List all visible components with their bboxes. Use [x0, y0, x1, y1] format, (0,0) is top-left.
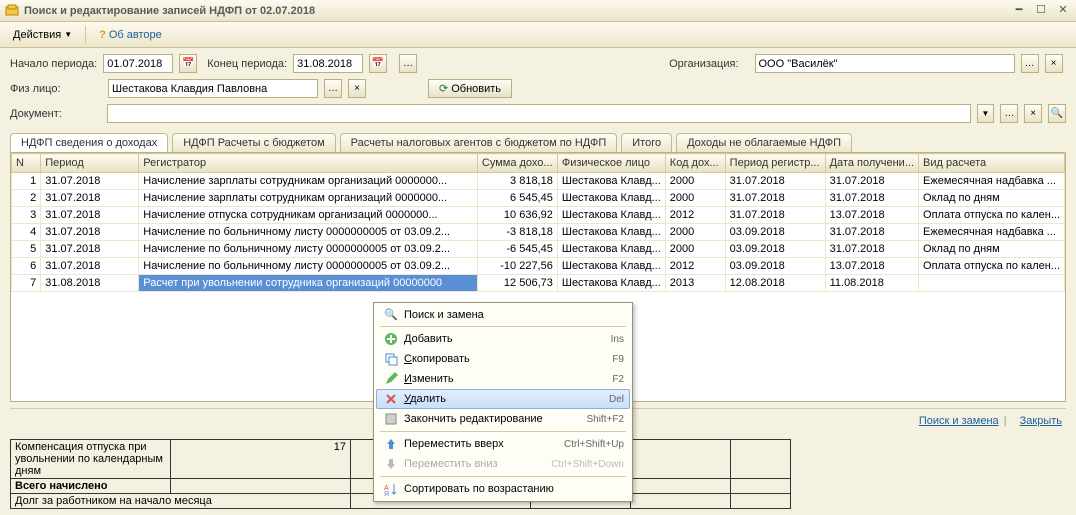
- svg-text:Я: Я: [384, 491, 389, 496]
- help-icon: ?: [99, 29, 106, 41]
- menu-separator: [380, 476, 626, 477]
- tab-tax-agents[interactable]: Расчеты налоговых агентов с бюджетом по …: [340, 133, 618, 152]
- tab-income-info[interactable]: НДФП сведения о доходах: [10, 133, 168, 152]
- period-start-label: Начало периода:: [10, 58, 97, 70]
- tab-budget-calc[interactable]: НДФП Расчеты с бюджетом: [172, 133, 335, 152]
- titlebar: Поиск и редактирование записей НДФП от 0…: [0, 0, 1076, 22]
- period-end-input[interactable]: [293, 54, 363, 73]
- edit-icon: [382, 372, 400, 386]
- col-dpol[interactable]: Дата получени...: [825, 154, 918, 173]
- search-replace-link[interactable]: Поиск и замена: [919, 415, 999, 427]
- ctx-copy[interactable]: Скопировать F9: [376, 349, 630, 369]
- actions-label: Действия: [13, 29, 61, 41]
- col-period[interactable]: Период: [41, 154, 139, 173]
- org-input[interactable]: [755, 54, 1015, 73]
- about-button[interactable]: ? Об авторе: [92, 26, 169, 44]
- context-menu: 🔍 Поиск и замена Добавить Ins Скопироват…: [373, 302, 633, 502]
- finish-icon: [382, 412, 400, 426]
- period-start-input[interactable]: [103, 54, 173, 73]
- calendar-icon[interactable]: 📅: [179, 54, 197, 73]
- ctx-move-up[interactable]: Переместить вверх Ctrl+Shift+Up: [376, 434, 630, 454]
- ctx-search-replace[interactable]: 🔍 Поиск и замена: [376, 305, 630, 324]
- menu-separator: [380, 326, 626, 327]
- copy-icon: [382, 352, 400, 366]
- refresh-label: Обновить: [451, 83, 501, 95]
- table-row[interactable]: 131.07.2018Начисление зарплаты сотрудник…: [12, 173, 1065, 190]
- summary-value: 17: [171, 440, 351, 479]
- org-select-button[interactable]: …: [1021, 54, 1039, 73]
- filters-panel: Начало периода: 📅 Конец периода: 📅 … Орг…: [0, 48, 1076, 123]
- arrow-down-icon: [382, 457, 400, 471]
- close-link[interactable]: Закрыть: [1020, 415, 1062, 427]
- link-separator: |: [1004, 415, 1007, 427]
- col-sum[interactable]: Сумма дохо...: [477, 154, 557, 173]
- table-row[interactable]: 731.08.2018Расчет при увольнении сотрудн…: [12, 275, 1065, 292]
- org-label: Организация:: [669, 58, 738, 70]
- ctx-delete[interactable]: Удалить Del: [376, 389, 630, 409]
- summary-total-label: Всего начислено: [11, 479, 171, 494]
- doc-input[interactable]: [107, 104, 970, 123]
- doc-clear-button[interactable]: ×: [1024, 104, 1042, 123]
- search-icon: 🔍: [382, 308, 400, 321]
- grid-header-row: N Период Регистратор Сумма дохо... Физич…: [12, 154, 1065, 173]
- summary-debt-label: Долг за работником на начало месяца: [11, 494, 351, 509]
- col-regper[interactable]: Период регистр...: [725, 154, 825, 173]
- ctx-edit[interactable]: Изменить F2: [376, 369, 630, 389]
- toolbar-separator: [85, 26, 86, 44]
- fiz-label: Физ лицо:: [10, 83, 102, 95]
- doc-label: Документ:: [10, 108, 101, 120]
- summary-label: Компенсация отпуска при увольнении по ка…: [11, 440, 171, 479]
- toolbar: Действия ▼ ? Об авторе: [0, 22, 1076, 48]
- col-code[interactable]: Код дох...: [665, 154, 725, 173]
- delete-icon: [382, 392, 400, 406]
- doc-select-button[interactable]: …: [1000, 104, 1018, 123]
- minimize-button[interactable]: ━: [1010, 3, 1028, 19]
- date-pick-button[interactable]: …: [399, 54, 417, 73]
- doc-dropdown-button[interactable]: ▼: [977, 104, 995, 123]
- table-row[interactable]: 531.07.2018Начисление по больничному лис…: [12, 241, 1065, 258]
- col-fiz[interactable]: Физическое лицо: [557, 154, 665, 173]
- period-end-label: Конец периода:: [207, 58, 287, 70]
- ctx-sort-asc[interactable]: AЯ Сортировать по возрастанию: [376, 479, 630, 499]
- org-clear-button[interactable]: ×: [1045, 54, 1063, 73]
- table-row[interactable]: 331.07.2018Начисление отпуска сотрудника…: [12, 207, 1065, 224]
- col-reg[interactable]: Регистратор: [139, 154, 478, 173]
- menu-separator: [380, 431, 626, 432]
- window-title: Поиск и редактирование записей НДФП от 0…: [24, 5, 1010, 17]
- table-row[interactable]: 231.07.2018Начисление зарплаты сотрудник…: [12, 190, 1065, 207]
- add-icon: [382, 332, 400, 346]
- calendar-icon[interactable]: 📅: [369, 54, 387, 73]
- tab-total[interactable]: Итого: [621, 133, 672, 152]
- maximize-button[interactable]: ☐: [1032, 3, 1050, 19]
- arrow-up-icon: [382, 437, 400, 451]
- fiz-select-button[interactable]: …: [324, 79, 342, 98]
- fiz-input[interactable]: [108, 79, 318, 98]
- tab-nontax-income[interactable]: Доходы не облагаемые НДФП: [676, 133, 852, 152]
- fiz-clear-button[interactable]: ×: [348, 79, 366, 98]
- ctx-move-down: Переместить вниз Ctrl+Shift+Down: [376, 454, 630, 474]
- doc-search-button[interactable]: 🔍: [1048, 104, 1066, 123]
- refresh-icon: ⟳: [439, 82, 448, 95]
- refresh-button[interactable]: ⟳ Обновить: [428, 79, 512, 98]
- col-n[interactable]: N: [12, 154, 41, 173]
- ctx-finish-edit[interactable]: Закончить редактирование Shift+F2: [376, 409, 630, 429]
- close-button[interactable]: ✕: [1054, 3, 1072, 19]
- about-label: Об авторе: [109, 29, 162, 41]
- table-row[interactable]: 631.07.2018Начисление по больничному лис…: [12, 258, 1065, 275]
- actions-menu[interactable]: Действия ▼: [6, 26, 79, 44]
- chevron-down-icon: ▼: [64, 30, 72, 39]
- tab-strip: НДФП сведения о доходах НДФП Расчеты с б…: [0, 129, 1076, 152]
- col-vid[interactable]: Вид расчета: [919, 154, 1065, 173]
- ctx-add[interactable]: Добавить Ins: [376, 329, 630, 349]
- table-row[interactable]: 431.07.2018Начисление по больничному лис…: [12, 224, 1065, 241]
- app-icon: [4, 3, 20, 19]
- sort-asc-icon: AЯ: [382, 482, 400, 496]
